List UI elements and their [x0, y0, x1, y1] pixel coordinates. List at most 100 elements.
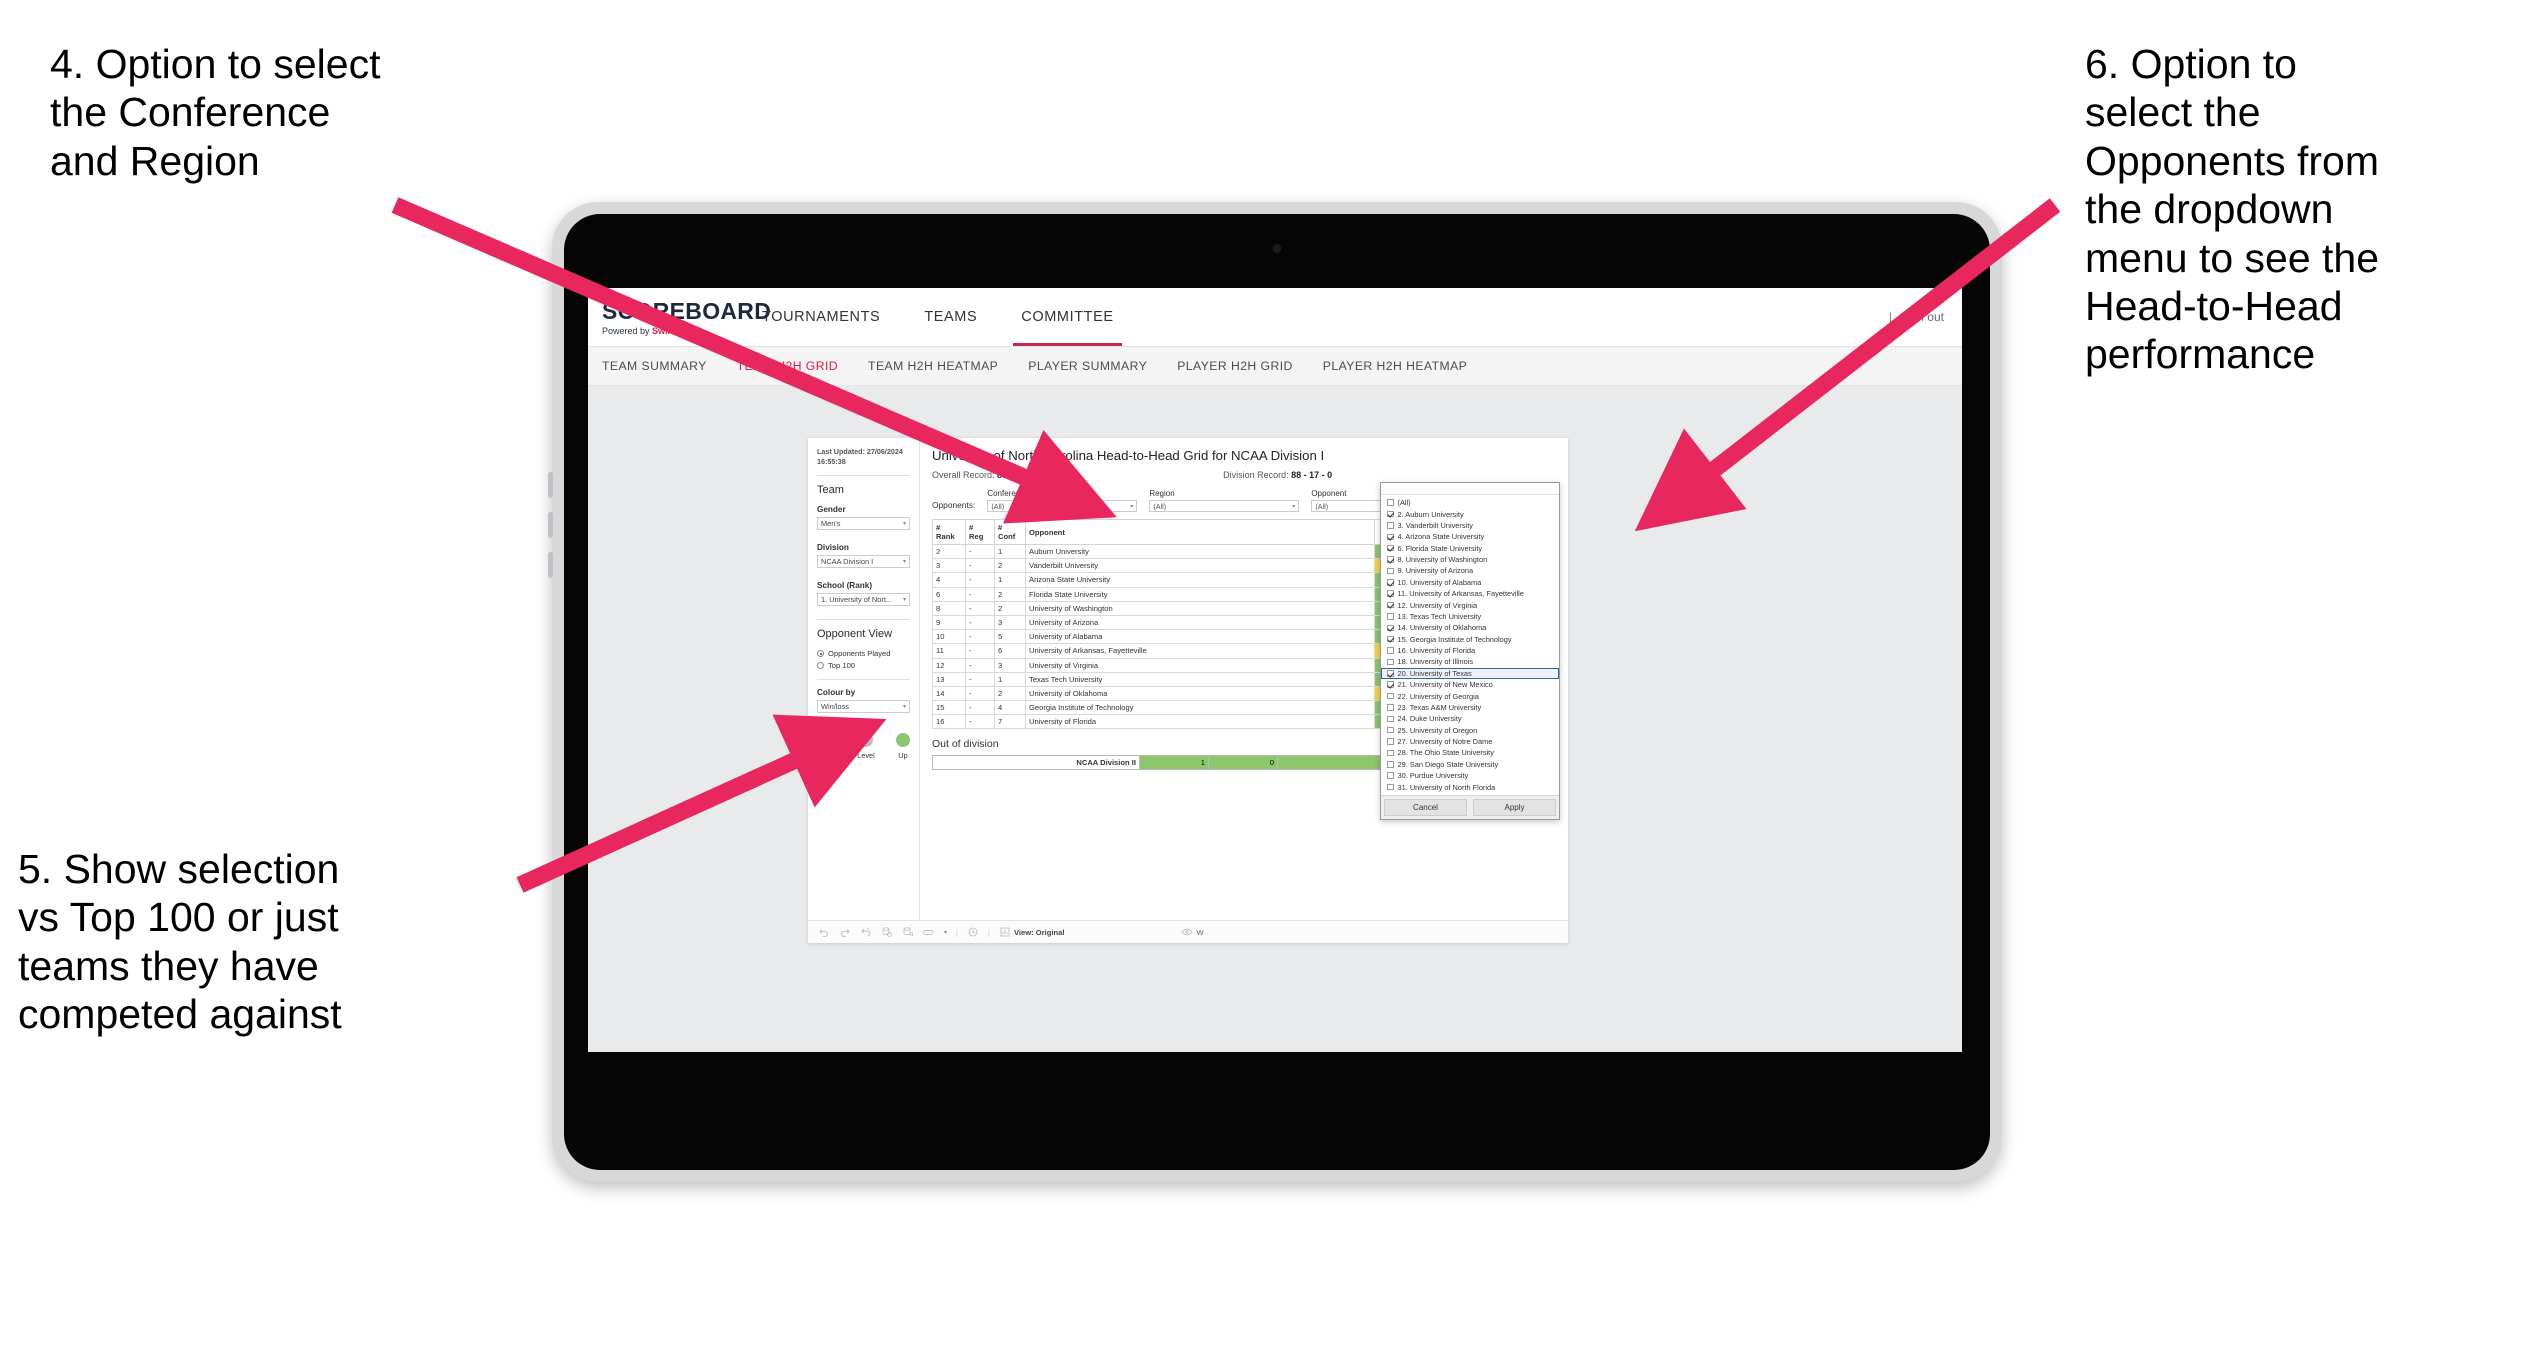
subnav-item-team-h2h-grid[interactable]: TEAM H2H GRID — [737, 359, 838, 373]
viz-title: University of North Carolina Head-to-Hea… — [932, 448, 1325, 463]
opponent-option-label: 9. University of Arizona — [1397, 566, 1474, 576]
checkbox-icon[interactable] — [1387, 567, 1394, 575]
opponent-option[interactable]: 31. University of North Florida — [1381, 781, 1559, 792]
opponent-option[interactable]: 9. University of Arizona — [1381, 565, 1559, 576]
colour-by-select[interactable]: Win/loss ▾ — [817, 700, 910, 714]
checkbox-icon[interactable] — [1387, 499, 1394, 506]
checkbox-icon[interactable] — [1387, 556, 1394, 563]
sign-out-link[interactable]: Sign out — [1900, 310, 1944, 324]
checkbox-icon[interactable] — [1387, 613, 1394, 620]
opponent-option[interactable]: 16. University of Florida — [1381, 645, 1559, 656]
nav-item-teams[interactable]: TEAMS — [902, 288, 999, 346]
checkbox-icon[interactable] — [1387, 590, 1394, 597]
checkbox-icon[interactable] — [1387, 761, 1394, 768]
undo-icon[interactable] — [818, 926, 830, 938]
opponent-dropdown-panel[interactable]: (All) 2. Auburn University 3. Vanderbilt U… — [1380, 482, 1560, 820]
checkbox-icon[interactable] — [1387, 601, 1394, 609]
opponent-option-label: 2. Auburn University — [1397, 509, 1464, 519]
subnav-item-player-h2h-grid[interactable]: PLAYER H2H GRID — [1177, 359, 1293, 373]
checkbox-icon[interactable] — [1387, 533, 1394, 541]
subnav-item-team-h2h-heatmap[interactable]: TEAM H2H HEATMAP — [868, 359, 998, 373]
region-filter: Region (All) ▾ — [1149, 489, 1300, 512]
checkbox-icon[interactable] — [1387, 670, 1394, 677]
cell-reg: - — [965, 685, 995, 702]
logo-sub-brand: Swimcloud — [652, 326, 700, 336]
opponent-option[interactable]: 8. University of Washington — [1381, 554, 1559, 565]
opponent-option[interactable]: (All) — [1381, 497, 1559, 508]
nav-item-committee[interactable]: COMMITTEE — [999, 288, 1135, 346]
refresh-data-icon[interactable] — [881, 926, 893, 938]
opponent-option[interactable]: 27. University of Notre Dame — [1381, 736, 1559, 747]
checkbox-icon[interactable] — [1387, 726, 1394, 734]
opponent-option[interactable]: 28. The Ohio State University — [1381, 747, 1559, 758]
checkbox-icon[interactable] — [1387, 783, 1394, 791]
checkbox-icon[interactable] — [1387, 749, 1394, 757]
subnav-item-player-summary[interactable]: PLAYER SUMMARY — [1028, 359, 1147, 373]
region-select[interactable]: (All) ▾ — [1149, 500, 1300, 512]
opponent-option[interactable]: 4. Arizona State University — [1381, 531, 1559, 542]
opponent-option[interactable]: 14. University of Oklahoma — [1381, 622, 1559, 633]
last-updated-text: Last Updated: 27/06/2024 16:55:38 — [817, 447, 910, 466]
radio-top-100[interactable]: Top 100 — [817, 661, 910, 670]
checkbox-icon[interactable] — [1387, 579, 1394, 586]
checkbox-icon[interactable] — [1387, 647, 1394, 654]
scoreboard-logo[interactable]: SCOREBOARD Powered by Swimcloud — [588, 288, 771, 346]
gender-select[interactable]: Men's ▾ — [817, 517, 910, 531]
subnav-item-player-h2h-heatmap[interactable]: PLAYER H2H HEATMAP — [1323, 359, 1467, 373]
division-select[interactable]: NCAA Division I ▾ — [817, 555, 910, 569]
history-icon[interactable] — [967, 926, 979, 938]
opponent-option[interactable]: 24. Duke University — [1381, 713, 1559, 724]
subnav-item-team-summary[interactable]: TEAM SUMMARY — [602, 359, 707, 373]
cell-opponent: University of Florida — [1025, 714, 1375, 730]
checkbox-icon[interactable] — [1387, 738, 1394, 745]
opponent-option[interactable]: 23. Texas A&M University — [1381, 702, 1559, 713]
checkbox-icon[interactable] — [1387, 510, 1394, 518]
checkbox-icon[interactable] — [1387, 658, 1394, 666]
opponent-option[interactable]: 10. University of Alabama — [1381, 577, 1559, 588]
checkbox-icon[interactable] — [1387, 635, 1394, 643]
opponent-option[interactable]: 13. Texas Tech University — [1381, 611, 1559, 622]
radio-opponents-played[interactable]: Opponents Played — [817, 649, 910, 658]
power-button[interactable] — [548, 552, 553, 578]
opponent-option[interactable]: 15. Georgia Institute of Technology — [1381, 634, 1559, 645]
revert-icon[interactable] — [860, 926, 872, 938]
opponent-option[interactable]: 6. Florida State University — [1381, 543, 1559, 554]
nav-item-tournaments[interactable]: TOURNAMENTS — [740, 288, 902, 346]
checkbox-icon[interactable] — [1387, 522, 1394, 529]
opponent-option[interactable]: 12. University of Virginia — [1381, 599, 1559, 610]
opponent-option-label: 20. University of Texas — [1397, 668, 1472, 678]
opponent-option[interactable]: 3. Vanderbilt University — [1381, 520, 1559, 531]
opponent-option[interactable]: 18. University of Illinois — [1381, 656, 1559, 667]
opponent-option[interactable]: 20. University of Texas — [1381, 667, 1559, 679]
cell-conf: 2 — [994, 685, 1026, 702]
checkbox-icon[interactable] — [1387, 704, 1394, 711]
opponent-option-label: 10. University of Alabama — [1397, 577, 1482, 587]
volume-down-button[interactable] — [548, 512, 553, 538]
checkbox-icon[interactable] — [1387, 692, 1394, 700]
conference-select[interactable]: (All) ▾ — [987, 500, 1138, 512]
opponent-option[interactable]: 2. Auburn University — [1381, 508, 1559, 519]
volume-up-button[interactable] — [548, 472, 553, 498]
apply-button[interactable]: Apply — [1473, 798, 1556, 816]
chevron-down-icon[interactable]: ▾ — [944, 929, 947, 936]
checkbox-icon[interactable] — [1387, 715, 1394, 723]
view-original-button[interactable]: View: Original — [999, 926, 1064, 938]
cancel-button[interactable]: Cancel — [1384, 798, 1467, 816]
school-select[interactable]: 1. University of Nort... ▾ — [817, 593, 910, 607]
redo-icon[interactable] — [839, 926, 851, 938]
checkbox-icon[interactable] — [1387, 544, 1394, 552]
pause-data-icon[interactable] — [902, 926, 914, 938]
opponent-option[interactable]: 22. University of Georgia — [1381, 690, 1559, 701]
share-icon[interactable] — [923, 926, 935, 938]
opponent-option[interactable]: 11. University of Arkansas, Fayetteville — [1381, 588, 1559, 599]
checkbox-icon[interactable] — [1387, 624, 1394, 632]
opponent-option-list[interactable]: (All) 2. Auburn University 3. Vanderbilt U… — [1381, 495, 1559, 795]
checkbox-icon[interactable] — [1387, 772, 1394, 779]
watch-button[interactable]: W — [1181, 926, 1204, 938]
checkbox-icon[interactable] — [1387, 681, 1394, 688]
opponent-option[interactable]: 29. San Diego State University — [1381, 759, 1559, 770]
opponent-option[interactable]: 30. Purdue University — [1381, 770, 1559, 781]
opponent-option[interactable]: 25. University of Oregon — [1381, 725, 1559, 736]
opponent-option[interactable]: 21. University of New Mexico — [1381, 679, 1559, 690]
opponent-search-input[interactable] — [1381, 483, 1559, 495]
